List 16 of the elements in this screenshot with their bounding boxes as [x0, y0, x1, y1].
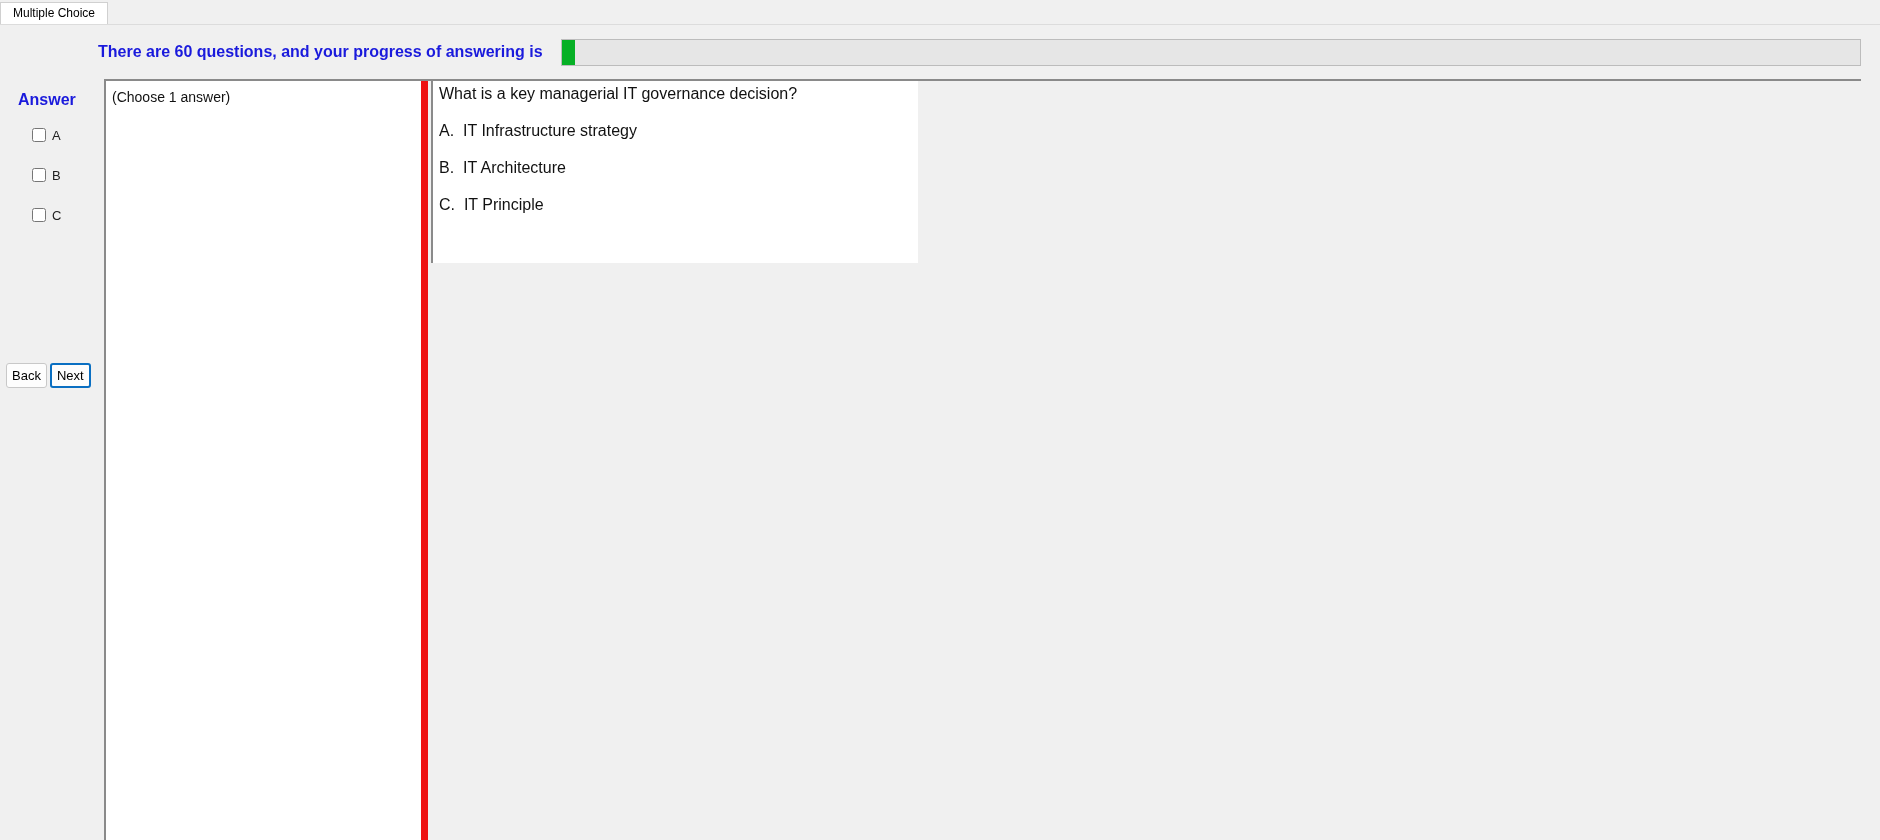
progress-label: There are 60 questions, and your progress of answering is [98, 43, 543, 61]
tab[interactable]: Multiple Choice [0, 2, 109, 24]
instruction-text: (Choose 1 answer) [112, 89, 231, 105]
answer-checkbox[interactable] [32, 128, 46, 142]
option-label: C [52, 207, 62, 223]
nav-button[interactable]: Next [49, 363, 91, 388]
answer-checkbox[interactable] [32, 168, 46, 182]
choice-text: A. IT Infrastructure strategy [439, 122, 638, 140]
question-text: What is a key managerial IT governance decision? [439, 85, 799, 103]
option-label: B [52, 167, 61, 183]
option-label: A [52, 127, 61, 143]
answer-heading: Answer [18, 91, 76, 109]
answer-checkbox[interactable] [32, 208, 46, 222]
nav-button[interactable]: Back [6, 363, 47, 388]
choice-text: C. IT Principle [439, 196, 545, 214]
choice-text: B. IT Architecture [439, 159, 567, 177]
